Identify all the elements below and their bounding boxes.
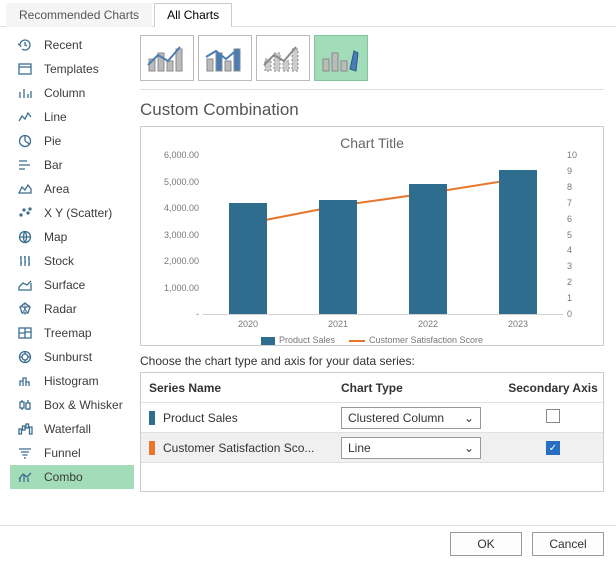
sidebar-item-bar[interactable]: Bar [10, 153, 134, 177]
chart-plot-area: -1,000.002,000.003,000.004,000.005,000.0… [203, 155, 563, 315]
chart-title: Chart Title [151, 135, 593, 151]
sidebar-item-area[interactable]: Area [10, 177, 134, 201]
sidebar-item-map[interactable]: Map [10, 225, 134, 249]
sidebar-item-surface[interactable]: Surface [10, 273, 134, 297]
radar-icon [16, 301, 34, 317]
sidebar-item-label: X Y (Scatter) [44, 206, 112, 220]
header-secondary-axis: Secondary Axis [503, 381, 603, 395]
chart-category-sidebar: Recent Templates Column Line Pie Bar Are… [0, 27, 140, 525]
sidebar-item-label: Line [44, 110, 67, 124]
series-swatch [149, 411, 155, 425]
sidebar-item-radar[interactable]: Radar [10, 297, 134, 321]
sidebar-item-label: Treemap [44, 326, 92, 340]
tab-all-charts[interactable]: All Charts [154, 3, 232, 27]
funnel-icon [16, 445, 34, 461]
series-name-text: Customer Satisfaction Sco... [163, 441, 314, 455]
header-series-name: Series Name [141, 381, 341, 395]
sidebar-item-label: Stock [44, 254, 74, 268]
series-name-text: Product Sales [163, 411, 238, 425]
sidebar-item-label: Surface [44, 278, 85, 292]
sidebar-item-sunburst[interactable]: Sunburst [10, 345, 134, 369]
header-chart-type: Chart Type [341, 381, 503, 395]
pie-icon [16, 133, 34, 149]
sunburst-icon [16, 349, 34, 365]
waterfall-icon [16, 421, 34, 437]
combo-subtype-row [140, 35, 604, 90]
sidebar-item-combo[interactable]: Combo [10, 465, 134, 489]
series-row-product-sales: Product Sales Clustered Column ⌄ [141, 403, 603, 433]
sidebar-item-label: Area [44, 182, 69, 196]
subtype-clustered-column-line[interactable] [140, 35, 194, 81]
sidebar-item-label: Templates [44, 62, 99, 76]
sidebar-item-label: Pie [44, 134, 61, 148]
sidebar-item-pie[interactable]: Pie [10, 129, 134, 153]
line-icon [16, 109, 34, 125]
tab-recommended-charts[interactable]: Recommended Charts [6, 3, 152, 27]
chart-preview: Chart Title -1,000.002,000.003,000.004,0… [140, 126, 604, 346]
sidebar-item-scatter[interactable]: X Y (Scatter) [10, 201, 134, 225]
sidebar-item-treemap[interactable]: Treemap [10, 321, 134, 345]
series-config-table: Series Name Chart Type Secondary Axis Pr… [140, 372, 604, 492]
column-icon [16, 85, 34, 101]
sidebar-item-stock[interactable]: Stock [10, 249, 134, 273]
sidebar-item-label: Recent [44, 38, 82, 52]
chevron-down-icon: ⌄ [464, 411, 474, 425]
sidebar-item-line[interactable]: Line [10, 105, 134, 129]
sidebar-item-label: Column [44, 86, 85, 100]
series-swatch [149, 441, 155, 455]
chevron-down-icon: ⌄ [464, 441, 474, 455]
chart-type-select-product-sales[interactable]: Clustered Column ⌄ [341, 407, 481, 429]
sidebar-item-label: Sunburst [44, 350, 92, 364]
histogram-icon [16, 373, 34, 389]
recent-icon [16, 37, 34, 53]
sidebar-item-label: Histogram [44, 374, 99, 388]
map-icon [16, 229, 34, 245]
chart-x-labels: 2020202120222023 [203, 319, 563, 329]
chart-type-select-customer-satisfaction[interactable]: Line ⌄ [341, 437, 481, 459]
scatter-icon [16, 205, 34, 221]
surface-icon [16, 277, 34, 293]
bar-icon [16, 157, 34, 173]
sidebar-item-waterfall[interactable]: Waterfall [10, 417, 134, 441]
cancel-button[interactable]: Cancel [532, 532, 604, 556]
secondary-axis-checkbox-customer-satisfaction[interactable]: ✓ [546, 441, 560, 455]
subtype-stacked-area-column[interactable] [256, 35, 310, 81]
tab-strip: Recommended Charts All Charts [0, 0, 616, 27]
subtype-clustered-column-line-secondary[interactable] [198, 35, 252, 81]
treemap-icon [16, 325, 34, 341]
stock-icon [16, 253, 34, 269]
sidebar-item-label: Waterfall [44, 422, 91, 436]
sidebar-item-label: Radar [44, 302, 77, 316]
sidebar-item-label: Map [44, 230, 67, 244]
sidebar-item-label: Bar [44, 158, 63, 172]
series-row-customer-satisfaction: Customer Satisfaction Sco... Line ⌄ ✓ [141, 433, 603, 463]
area-icon [16, 181, 34, 197]
secondary-axis-checkbox-product-sales[interactable] [546, 409, 560, 423]
sidebar-item-histogram[interactable]: Histogram [10, 369, 134, 393]
subtype-custom-combination[interactable] [314, 35, 368, 81]
sidebar-item-box-whisker[interactable]: Box & Whisker [10, 393, 134, 417]
combo-icon [16, 469, 34, 485]
box-whisker-icon [16, 397, 34, 413]
chart-legend: Product Sales Customer Satisfaction Scor… [151, 335, 593, 345]
sidebar-item-label: Combo [44, 470, 83, 484]
sidebar-item-funnel[interactable]: Funnel [10, 441, 134, 465]
sidebar-item-label: Box & Whisker [44, 398, 123, 412]
sidebar-item-column[interactable]: Column [10, 81, 134, 105]
instruction-text: Choose the chart type and axis for your … [140, 354, 604, 368]
sidebar-item-recent[interactable]: Recent [10, 33, 134, 57]
sidebar-item-label: Funnel [44, 446, 81, 460]
ok-button[interactable]: OK [450, 532, 522, 556]
templates-icon [16, 61, 34, 77]
section-title: Custom Combination [140, 90, 604, 126]
sidebar-item-templates[interactable]: Templates [10, 57, 134, 81]
